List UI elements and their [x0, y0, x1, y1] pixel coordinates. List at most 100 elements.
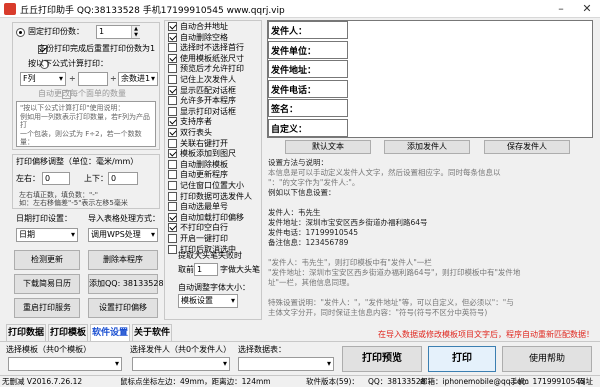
option-checkbox[interactable] — [168, 181, 177, 190]
option-checkbox[interactable] — [168, 191, 177, 201]
fixed-count-spinner[interactable]: ▲ ▼ — [131, 26, 140, 38]
print-button[interactable]: 打印 — [428, 346, 496, 372]
delete-program-button[interactable]: 删除本程序 — [88, 250, 158, 270]
option-checkbox[interactable] — [168, 212, 177, 222]
option-row[interactable]: 支持序者 — [168, 117, 212, 127]
option-row[interactable]: 允许多开本程序 — [168, 96, 236, 106]
option-row[interactable]: 使用模板纸张尺寸 — [168, 53, 244, 64]
fixed-count-radio[interactable] — [16, 28, 25, 37]
sender-field-label: 发件人： — [271, 27, 308, 37]
option-row[interactable]: 自动删除模板 — [168, 159, 228, 170]
tab-1[interactable]: 打印模板 — [48, 324, 88, 341]
template-select[interactable] — [8, 357, 122, 371]
restart-service-button[interactable]: 重启打印服务 — [14, 298, 80, 318]
option-label: 自动更新程序 — [180, 170, 228, 180]
option-checkbox[interactable] — [168, 53, 177, 63]
sender-field[interactable]: 发件单位： — [268, 40, 348, 59]
sender-select[interactable] — [132, 357, 230, 371]
option-checkbox[interactable] — [168, 96, 177, 106]
sender-select-label: 选择发件人（共0个发件人） — [130, 345, 232, 354]
option-checkbox[interactable] — [168, 128, 177, 137]
help-line — [268, 198, 594, 208]
option-row[interactable]: 记住上次发件人 — [168, 75, 236, 85]
offset-help-text: 左右填正数，填负数："-" 如：左右移偏差"-5"表示左移5毫米 — [19, 191, 128, 207]
option-checkbox[interactable] — [168, 149, 177, 159]
option-checkbox[interactable] — [168, 138, 177, 148]
option-row[interactable]: 不打印空白行 — [168, 223, 228, 233]
option-row[interactable]: 预览后才允许打印 — [168, 64, 244, 74]
sender-field[interactable]: 发件地址： — [268, 60, 348, 79]
formula-column-select[interactable]: F列 — [20, 72, 66, 86]
option-label: 自动加载打印偏移 — [180, 212, 244, 222]
import-format-select[interactable]: 调用WPS处理 — [88, 228, 158, 242]
option-checkbox[interactable] — [168, 64, 177, 74]
option-label: 自动合并地址 — [180, 22, 228, 31]
font-scale-select[interactable]: 模板设置 — [178, 294, 238, 308]
help-button[interactable]: 使用帮助 — [502, 346, 592, 372]
option-label: 允许多开本程序 — [180, 96, 236, 106]
minimize-button[interactable]: – — [548, 0, 574, 18]
option-row[interactable]: 关联右键打开 — [168, 138, 228, 149]
option-label: 显示打印对话框 — [180, 106, 236, 116]
sender-field[interactable]: 签名： — [268, 99, 348, 118]
sender-field[interactable]: 自定义： — [268, 119, 348, 137]
sender-field-label: 自定义： — [271, 125, 308, 135]
tab-2[interactable]: 软件设置 — [90, 324, 130, 341]
default-text-button[interactable]: 默认文本 — [285, 140, 371, 154]
up-offset-input[interactable]: 0 — [108, 172, 138, 185]
option-row[interactable]: 自动删除空格 — [168, 32, 228, 43]
option-checkbox[interactable] — [168, 43, 177, 53]
option-row[interactable]: 记住窗口位置大小 — [168, 181, 244, 191]
formula-divisor-input[interactable] — [78, 72, 108, 86]
option-row[interactable]: 自动更新程序 — [168, 170, 228, 180]
sender-field[interactable]: 发件电话： — [268, 79, 348, 98]
help-line: 本信息是可以手动定义发件人文字，然后设置相应字。同时每条信息以 — [268, 168, 501, 177]
check-update-button[interactable]: 检测更新 — [14, 250, 80, 270]
tab-3[interactable]: 关于软件 — [132, 324, 172, 341]
option-checkbox[interactable] — [168, 22, 177, 31]
download-calendar-button[interactable]: 下载简易日历 — [14, 274, 80, 294]
tab-0[interactable]: 打印数据 — [6, 324, 46, 341]
option-row[interactable]: 显示匹配对话框 — [168, 85, 236, 96]
option-checkbox[interactable] — [168, 75, 177, 84]
print-preview-button[interactable]: 打印预览 — [342, 346, 422, 372]
option-row[interactable]: 双行表头 — [168, 128, 212, 138]
option-row[interactable]: 打印数据可选发件人 — [168, 191, 252, 202]
option-checkbox[interactable] — [168, 85, 177, 95]
date-format-select[interactable]: 日期 — [16, 228, 78, 242]
sender-field[interactable]: 发件人： — [268, 21, 348, 39]
add-sender-button[interactable]: 添加发件人 — [384, 140, 470, 154]
option-checkbox[interactable] — [168, 234, 177, 243]
set-offset-button[interactable]: 设置打印偏移 — [88, 298, 158, 318]
option-row[interactable]: 自动合并地址 — [168, 22, 228, 32]
option-checkbox[interactable] — [168, 32, 177, 42]
option-checkbox[interactable] — [168, 170, 177, 180]
option-row[interactable]: 自动选最单号 — [168, 202, 228, 212]
option-checkbox[interactable] — [168, 159, 177, 169]
option-checkbox[interactable] — [168, 117, 177, 127]
status-bar: 无删减 V2016.7.26.12 鼠标点坐标左边：49mm，距离边：124mm… — [0, 375, 600, 387]
datasheet-select[interactable] — [238, 357, 334, 371]
formula-op2: ÷ — [110, 74, 117, 83]
option-label: 自动删除空格 — [180, 32, 228, 42]
max-chars-input[interactable]: 1 — [194, 263, 218, 276]
left-offset-input[interactable]: 0 — [42, 172, 70, 185]
max-suffix-label: 字做大头笔 — [220, 265, 260, 274]
status-version: 无删减 V2016.7.26.12 — [2, 377, 83, 386]
option-checkbox[interactable] — [168, 202, 177, 212]
option-checkbox[interactable] — [168, 223, 177, 233]
option-row[interactable]: 自动加载打印偏移 — [168, 212, 244, 223]
add-qq-button[interactable]: 添加QQ: 38133528 — [88, 274, 164, 294]
option-row[interactable]: 模板添加到图尺 — [168, 149, 236, 159]
status-qq: QQ：38133528 — [368, 377, 426, 386]
close-button[interactable]: ✕ — [574, 0, 600, 18]
option-row[interactable]: 选择时不选择首行 — [168, 43, 244, 53]
formula-round-select[interactable]: 余数进1 — [118, 72, 158, 86]
app-logo-icon — [4, 3, 16, 15]
option-checkbox[interactable] — [168, 244, 177, 254]
sender-field-label: 发件地址： — [271, 66, 317, 77]
option-row[interactable]: 显示打印对话框 — [168, 106, 236, 117]
save-sender-button[interactable]: 保存发件人 — [484, 140, 570, 154]
option-checkbox[interactable] — [168, 106, 177, 116]
option-row[interactable]: 开启一键打印 — [168, 234, 228, 244]
